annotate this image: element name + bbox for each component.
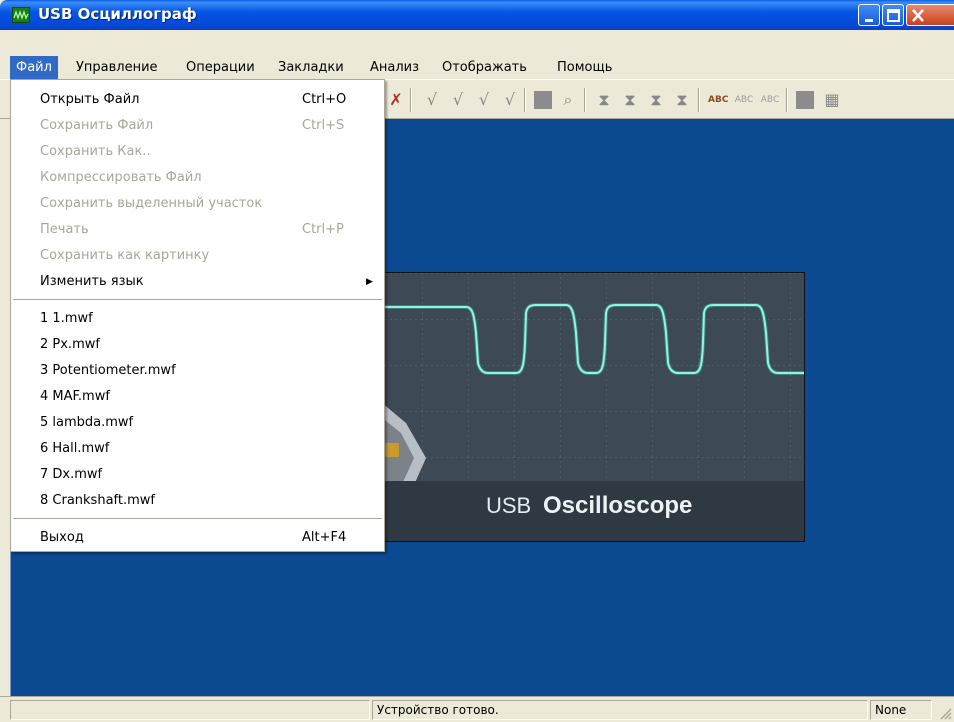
status-channel: None [870,700,932,720]
toolbar-separator [410,88,412,112]
menu-item-label: Сохранить выделенный участок [40,196,263,211]
menu-item-save-file[interactable]: Сохранить Файл Ctrl+S [11,113,384,139]
recent-file-item[interactable]: 7 Dx.mwf [11,462,384,488]
marker-4-icon[interactable]: ⧗ [672,90,692,110]
splash-logo: USB Oscilloscope [375,272,805,542]
toolbar-separator [786,88,788,112]
recent-file-label: 6 Hall.mwf [40,441,110,456]
record-icon[interactable] [796,91,814,109]
cursor-x-icon[interactable]: ✗ [386,90,406,110]
menu-bookmarks[interactable]: Закладки [272,56,350,79]
menu-separator [13,518,382,520]
menu-item-label: Выход [40,530,84,545]
menu-control[interactable]: Управление [70,56,164,79]
maximize-button[interactable] [882,4,904,26]
oscilloscope-app-icon[interactable] [12,7,30,23]
menu-analysis[interactable]: Анализ [364,56,425,79]
menu-item-save-as[interactable]: Сохранить Как.. [11,139,384,165]
check-double-icon[interactable]: √ [448,90,468,110]
toolbar-separator [698,88,700,112]
menu-item-label: Печать [40,222,89,237]
recent-file-label: 1 1.mwf [40,311,93,326]
minimize-button[interactable] [858,4,880,26]
check-right-icon[interactable]: √ [500,90,520,110]
marker-1-icon[interactable]: ⧗ [594,90,614,110]
recent-file-label: 4 MAF.mwf [40,389,110,404]
status-panel-left [10,700,370,720]
marker-2-icon[interactable]: ⧗ [620,90,640,110]
resize-grip-icon[interactable] [938,706,952,720]
recent-file-item[interactable]: 3 Potentiometer.mwf [11,358,384,384]
menu-item-print[interactable]: Печать Ctrl+P [11,217,384,243]
menu-item-label: Изменить язык [40,274,144,289]
status-message: Устройство готово. [372,700,868,720]
menu-separator [13,299,382,301]
splash-brand-name: Oscilloscope [543,492,693,519]
toolbar-separator [584,88,586,112]
menu-item-open-file[interactable]: Открыть Файл Ctrl+O [11,87,384,113]
title-bar[interactable]: USB Осциллограф [0,0,954,30]
recent-file-item[interactable]: 2 Px.mwf [11,332,384,358]
menu-item-compress-file[interactable]: Компрессировать Файл [11,165,384,191]
menu-item-shortcut: Ctrl+P [302,222,344,237]
menu-item-shortcut: Ctrl+S [302,118,345,133]
menu-bar: Файл Управление Операции Закладки Анализ… [0,56,954,79]
menu-item-label: Сохранить Как.. [40,144,151,159]
status-bar: Устройство готово. None [0,696,954,722]
menu-item-shortcut: Alt+F4 [302,530,347,545]
zoom-icon[interactable]: ⌕ [558,90,578,110]
app-window: USB Осциллограф Файл Управление Операции… [0,0,954,722]
recent-file-label: 5 lambda.mwf [40,415,134,430]
label-edit-icon[interactable]: ABC [708,90,728,110]
menu-item-exit[interactable]: Выход Alt+F4 [11,525,384,551]
label-add-icon[interactable]: ABC [734,90,754,110]
recent-file-item[interactable]: 6 Hall.mwf [11,436,384,462]
menu-operations[interactable]: Операции [180,56,261,79]
menu-help[interactable]: Помощь [551,56,618,79]
menu-item-label: Компрессировать Файл [40,170,202,185]
menu-item-label: Сохранить Файл [40,118,154,133]
menu-item-save-selection[interactable]: Сохранить выделенный участок [11,191,384,217]
recent-file-label: 2 Px.mwf [40,337,100,352]
menu-item-save-as-image[interactable]: Сохранить как картинку [11,243,384,269]
menu-view[interactable]: Отображать [436,56,533,79]
recent-file-label: 7 Dx.mwf [40,467,103,482]
recent-file-item[interactable]: 5 lambda.mwf [11,410,384,436]
window-title: USB Осциллограф [38,5,197,23]
check-left-icon[interactable]: √ [474,90,494,110]
recent-file-item[interactable]: 4 MAF.mwf [11,384,384,410]
file-dropdown-menu: Открыть Файл Ctrl+O Сохранить Файл Ctrl+… [10,79,385,552]
label-remove-icon[interactable]: ABC [760,90,780,110]
recent-file-label: 8 Crankshaft.mwf [40,493,155,508]
menu-item-change-language[interactable]: Изменить язык ▶ [11,269,384,295]
submenu-arrow-icon: ▶ [366,277,373,287]
menu-item-shortcut: Ctrl+O [302,92,347,107]
menu-item-label: Сохранить как картинку [40,248,210,263]
toolbar-separator [524,88,526,112]
recent-file-item[interactable]: 8 Crankshaft.mwf [11,488,384,514]
menu-file[interactable]: Файл [10,56,58,79]
recent-file-label: 3 Potentiometer.mwf [40,363,176,378]
recent-file-item[interactable]: 1 1.mwf [11,306,384,332]
marker-3-icon[interactable]: ⧗ [646,90,666,110]
stop-icon[interactable] [534,91,552,109]
close-button[interactable] [906,4,954,26]
splash-brand-prefix: USB [486,493,532,518]
grid-icon[interactable]: ▦ [822,90,842,110]
menu-item-label: Открыть Файл [40,92,140,107]
check-icon[interactable]: √ [422,90,442,110]
